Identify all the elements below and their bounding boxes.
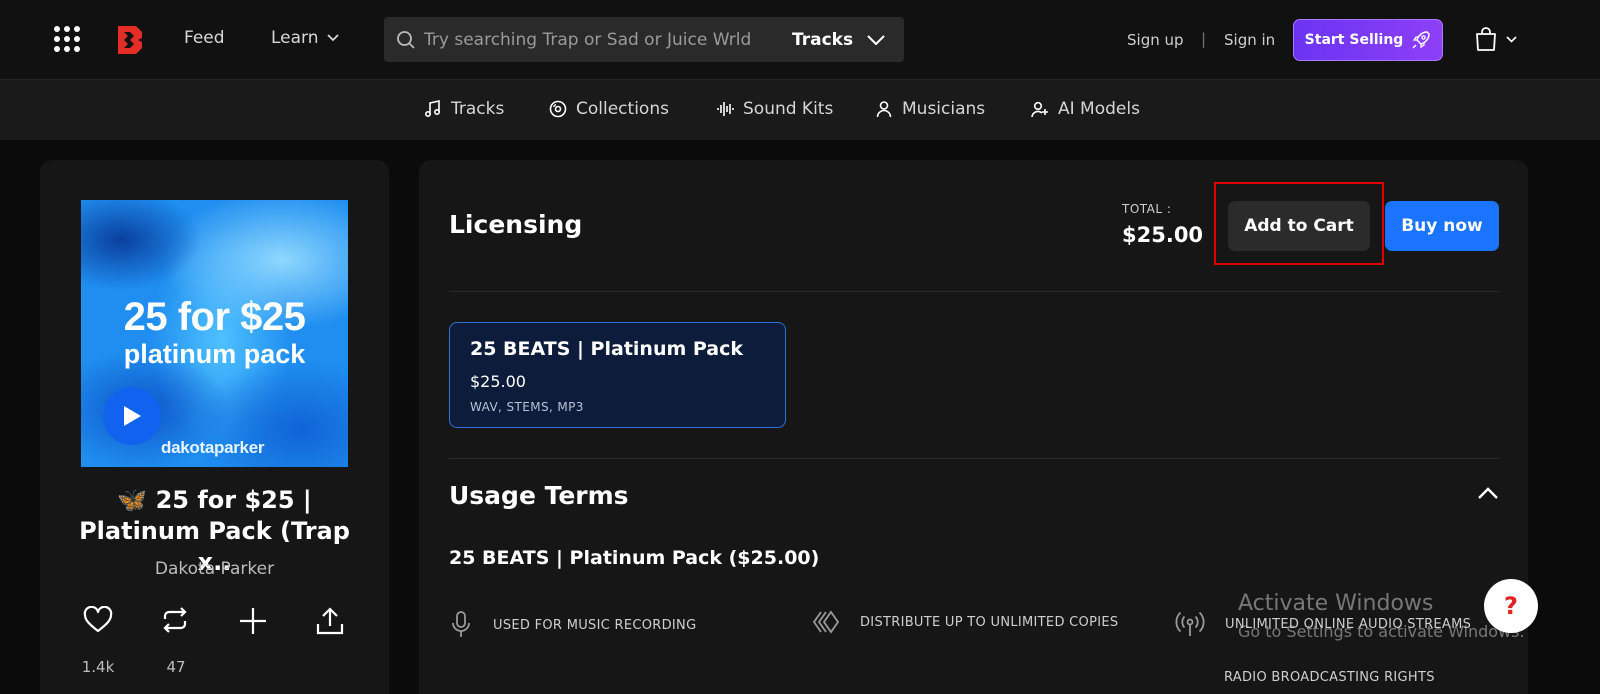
play-icon <box>124 406 141 426</box>
chevron-down-icon <box>1506 35 1517 43</box>
category-ai-models[interactable]: AI Models <box>1031 99 1140 119</box>
disc-icon <box>549 100 567 118</box>
track-cover-art[interactable]: 25 for $25 platinum pack dakotaparker <box>81 200 348 467</box>
artist-link[interactable]: Dakota Parker <box>40 559 389 579</box>
rocket-icon <box>1412 31 1431 49</box>
category-sound-kits[interactable]: Sound Kits <box>716 99 833 119</box>
shopping-bag-icon <box>1476 27 1496 51</box>
likes-count: 1.4k <box>81 658 115 676</box>
nav-feed-link[interactable]: Feed <box>184 28 225 48</box>
microphone-icon <box>452 611 470 637</box>
nav-separator: | <box>1201 30 1207 48</box>
category-musicians[interactable]: Musicians <box>875 99 985 119</box>
license-formats: WAV, STEMS, MP3 <box>470 400 584 414</box>
share-button[interactable] <box>310 606 350 640</box>
chevron-down-icon <box>326 34 339 42</box>
divider <box>449 291 1499 292</box>
cover-subtitle: platinum pack <box>123 339 306 369</box>
total-label: TOTAL : <box>1122 202 1172 216</box>
total-value: $25.00 <box>1122 223 1204 247</box>
plus-icon <box>240 608 266 634</box>
broadcast-icon <box>1175 611 1205 636</box>
help-button[interactable]: ? <box>1484 579 1538 633</box>
cover-title: 25 for $25 <box>123 295 306 339</box>
track-info-card: 25 for $25 platinum pack dakotaparker 🦋 … <box>40 160 389 694</box>
nav-learn-dropdown[interactable]: Learn <box>271 28 339 48</box>
category-label: Musicians <box>902 99 986 119</box>
category-bar: Tracks Collections Sound Kits Musicians … <box>0 80 1600 140</box>
waveform-icon <box>717 102 734 116</box>
usage-terms-title: Usage Terms <box>449 481 629 510</box>
share-icon <box>316 607 344 635</box>
search-type-label: Tracks <box>792 29 854 50</box>
add-to-playlist-button[interactable] <box>233 606 273 640</box>
start-selling-button[interactable]: Start Selling <box>1293 19 1443 61</box>
apps-grid-icon[interactable] <box>52 24 82 54</box>
license-price: $25.00 <box>470 372 526 391</box>
repost-button[interactable] <box>155 606 195 640</box>
search-input[interactable] <box>424 29 764 50</box>
term-label: USED FOR MUSIC RECORDING <box>493 617 697 633</box>
category-label: Sound Kits <box>743 99 834 119</box>
license-option-card[interactable]: 25 BEATS | Platinum Pack $25.00 WAV, STE… <box>449 322 786 428</box>
category-tracks[interactable]: Tracks <box>424 99 504 119</box>
licensing-title: Licensing <box>449 210 583 239</box>
chevron-up-icon <box>1478 487 1498 499</box>
search-type-dropdown[interactable]: Tracks <box>792 17 885 62</box>
term-item-radio: RADIO BROADCASTING RIGHTS <box>1224 670 1435 685</box>
buy-now-button[interactable]: Buy now <box>1385 201 1499 251</box>
top-navbar: Feed Learn Tracks Sign up | Sign in Star… <box>0 0 1600 80</box>
divider <box>449 458 1499 459</box>
search-bar: Tracks <box>384 17 904 62</box>
windows-activation-subtitle: Go to Settings to activate Windows. <box>1238 622 1525 641</box>
category-collections[interactable]: Collections <box>549 99 669 119</box>
category-label: Tracks <box>451 99 505 119</box>
windows-activation-title: Activate Windows <box>1238 591 1434 616</box>
track-title-line1: 🦋 25 for $25 | <box>117 486 312 514</box>
term-item: USED FOR MUSIC RECORDING <box>449 610 696 640</box>
category-label: AI Models <box>1058 99 1140 119</box>
cover-brand: dakotaparker <box>161 438 265 457</box>
license-name: 25 BEATS | Platinum Pack <box>470 338 744 360</box>
nav-learn-label: Learn <box>271 28 319 48</box>
repost-icon <box>163 607 187 633</box>
search-icon <box>397 30 415 49</box>
brand-logo-icon[interactable] <box>116 24 144 56</box>
sign-up-link[interactable]: Sign up <box>1127 31 1184 49</box>
copies-icon <box>812 610 840 634</box>
cart-dropdown[interactable] <box>1474 26 1517 52</box>
term-item: DISTRIBUTE UP TO UNLIMITED COPIES <box>812 610 1118 634</box>
heart-icon <box>83 606 113 633</box>
add-to-cart-button[interactable]: Add to Cart <box>1228 201 1370 251</box>
person-sparkle-icon <box>1031 101 1048 118</box>
chevron-down-icon <box>867 34 885 45</box>
start-selling-label: Start Selling <box>1304 32 1404 48</box>
usage-terms-collapse-toggle[interactable] <box>1477 485 1499 504</box>
term-label: DISTRIBUTE UP TO UNLIMITED COPIES <box>860 614 1119 630</box>
category-label: Collections <box>576 99 669 119</box>
reposts-count: 47 <box>166 658 186 676</box>
like-button[interactable] <box>78 606 118 640</box>
music-note-icon <box>424 100 441 118</box>
play-button[interactable] <box>103 387 161 445</box>
sign-in-link[interactable]: Sign in <box>1224 31 1275 49</box>
usage-terms-subtitle: 25 BEATS | Platinum Pack ($25.00) <box>449 547 820 569</box>
person-icon <box>876 101 892 118</box>
